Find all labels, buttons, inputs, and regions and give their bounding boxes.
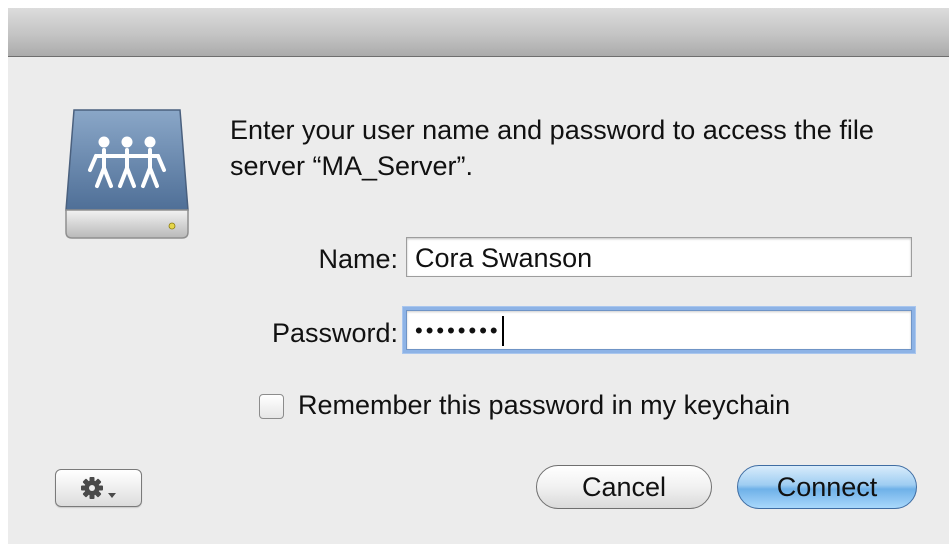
text-cursor: [501, 315, 504, 346]
gear-icon: [81, 477, 116, 499]
cancel-button[interactable]: Cancel: [536, 465, 712, 509]
file-server-icon: [60, 106, 194, 242]
action-menu-button[interactable]: [55, 469, 142, 507]
remember-checkbox[interactable]: [259, 394, 284, 419]
password-field[interactable]: ••••••••: [406, 310, 912, 350]
chevron-down-icon: [108, 493, 116, 498]
connect-button[interactable]: Connect: [737, 465, 917, 509]
title-bar[interactable]: [8, 8, 949, 57]
name-value: Cora Swanson: [415, 243, 593, 273]
login-dialog: Enter your user name and password to acc…: [8, 8, 949, 544]
name-label: Name:: [318, 244, 398, 274]
password-value: ••••••••: [415, 318, 501, 343]
name-field[interactable]: Cora Swanson: [406, 237, 912, 277]
dialog-message: Enter your user name and password to acc…: [230, 115, 874, 181]
remember-label[interactable]: Remember this password in my keychain: [298, 390, 790, 421]
password-label: Password:: [271, 318, 398, 348]
